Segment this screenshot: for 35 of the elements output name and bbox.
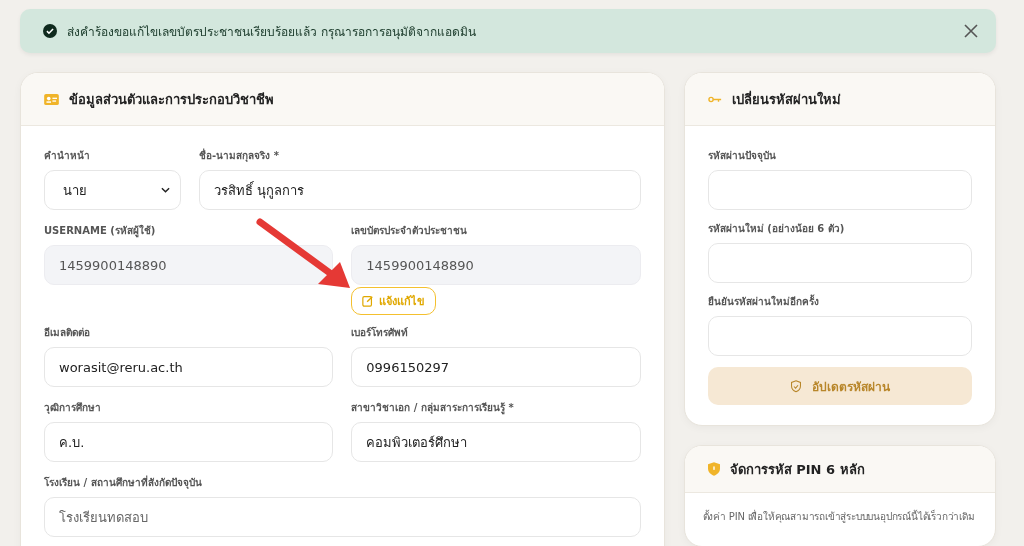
input-field[interactable]: คอมพิวเตอร์ศึกษา	[351, 422, 641, 462]
password-field[interactable]	[707, 243, 972, 283]
chevron-down-icon	[161, 187, 170, 193]
field-label: ยืนยันรหัสผ่านใหม่อีกครั้ง	[707, 294, 819, 309]
shield-check-icon	[789, 379, 802, 393]
field-label: USERNAME (รหัสผู้ใช้)	[44, 223, 156, 238]
field-label: ชื่อ-นามสกุลจริง *	[199, 148, 279, 163]
close-icon[interactable]	[964, 24, 978, 38]
check-circle-icon	[43, 24, 57, 38]
card-title: ข้อมูลส่วนตัวและการประกอบวิชาชีพ	[69, 90, 274, 110]
card-title: เปลี่ยนรหัสผ่านใหม่	[731, 89, 841, 109]
field-label: สาขาวิชาเอก / กลุ่มสาระการเรียนรู้ *	[351, 401, 514, 415]
alert-message: ส่งคำร้องขอแก้ไขเลขบัตรประชาชนเรียบร้อยแล้ว กรุณารอการอนุมัติจากแอดมิน	[67, 23, 477, 41]
input-field[interactable]: 0996150297	[351, 347, 641, 387]
card-title: จัดการรหัส PIN 6 หลัก	[729, 460, 865, 479]
input-field[interactable]: ค.บ.	[44, 422, 334, 462]
field-label: เบอร์โทรศัพท์	[351, 326, 409, 340]
field-label: คำนำหน้า	[44, 149, 90, 163]
field-label: โรงเรียน / สถานศึกษาที่สังกัดปัจจุบัน	[44, 475, 202, 490]
field-label: เลขบัตรประจำตัวประชาชน	[351, 224, 468, 238]
key-icon	[707, 95, 722, 103]
select-field[interactable]: นาย	[44, 170, 181, 210]
field-label: อีเมลติดต่อ	[44, 326, 90, 340]
field-label: รหัสผ่านใหม่ (อย่างน้อย 6 ตัว)	[707, 221, 845, 236]
input-field[interactable]: worasit@reru.ac.th	[44, 347, 334, 387]
id-card-icon	[44, 93, 59, 105]
shield-icon	[707, 462, 720, 476]
password-field[interactable]	[707, 170, 972, 210]
input-field[interactable]: วรสิทธิ์ นุกูลการ	[199, 170, 641, 210]
field-label: วุฒิการศึกษา	[44, 401, 101, 415]
field-label: รหัสผ่านปัจจุบัน	[707, 149, 776, 163]
input-field[interactable]: โรงเรียนทดสอบ	[44, 497, 641, 537]
password-field[interactable]	[707, 316, 972, 356]
pin-description: ตั้งค่า PIN เพื่อให้คุณสามารถเข้าสู่ระบบบนอุปกรณ์นี้ได้เร็วกว่าเดิม	[702, 511, 975, 522]
edit-icon	[362, 295, 375, 307]
